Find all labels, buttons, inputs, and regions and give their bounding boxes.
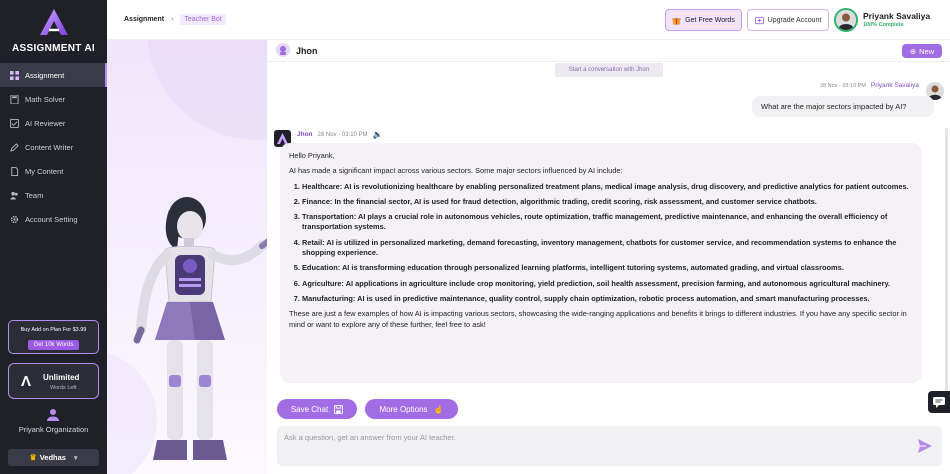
sidebar-item-ai-reviewer[interactable]: AI Reviewer (0, 111, 107, 135)
list-item: Transportation: AI plays a crucial role … (302, 212, 913, 233)
logo-icon (39, 9, 68, 35)
more-options-label: More Options (379, 404, 428, 414)
sector-list: Healthcare: AI is revolutionizing health… (289, 182, 913, 305)
sidebar-item-label: AI Reviewer (25, 118, 66, 128)
plan-title: Unlimited (43, 373, 80, 382)
upgrade-account-button[interactable]: Upgrade Account (747, 9, 829, 31)
sidebar-item-assignment[interactable]: Assignment (0, 63, 107, 87)
bot-intro: AI has made a significant impact across … (289, 166, 623, 176)
new-chat-label: New (919, 46, 935, 56)
bot-message-name: Jhon (297, 131, 313, 138)
sidebar-item-account-setting[interactable]: Account Setting (0, 207, 107, 231)
chat-header: Jhon ⊕ New (267, 40, 950, 62)
chevron-right-icon: › (171, 16, 174, 23)
bot-message-time: 28 Nov - 03:10 PM (317, 131, 368, 138)
gear-icon (10, 215, 19, 223)
user-message-meta: 28 Nov - 03:10 PM Priyank Savaliya (820, 82, 919, 89)
document-icon (11, 166, 19, 176)
chat-bot-name: Jhon (296, 46, 318, 56)
sidebar: ASSIGNMENT AI Assignment Math Solver AI … (0, 0, 107, 474)
profile-completion: 100% Complete (863, 22, 904, 28)
get-words-button[interactable]: Get 10k Words (27, 340, 80, 350)
grid-icon (10, 70, 19, 80)
bot-greeting: Hello Priyank, (289, 151, 335, 160)
user-message-time: 28 Nov - 03:10 PM (820, 82, 866, 89)
save-chat-button[interactable]: Save Chat (277, 399, 357, 419)
sidebar-item-label: Team (25, 190, 44, 200)
sidebar-nav: Assignment Math Solver AI Reviewer Conte… (0, 63, 107, 231)
list-item: Manufacturing: AI is used in predictive … (302, 294, 913, 304)
speaker-icon[interactable]: 🔈 (373, 130, 383, 139)
brand-logo[interactable]: ASSIGNMENT AI (0, 8, 107, 54)
writer-icon (10, 142, 19, 152)
robot-teacher-illustration (107, 40, 267, 474)
breadcrumb-assignment[interactable]: Assignment (124, 16, 164, 23)
sidebar-item-label: Assignment (25, 70, 65, 80)
bot-outro: These are just a few examples of how AI … (289, 309, 907, 329)
promo-title: Buy Add on Plan For $3.99 (20, 327, 87, 333)
sidebar-item-team[interactable]: Team (0, 183, 107, 207)
workspace-selector[interactable]: ♛ Vedhas ▾ (8, 449, 99, 466)
list-item: Finance: In the financial sector, AI is … (302, 197, 913, 207)
free-words-label: Get Free Words (685, 16, 735, 24)
top-bar: Assignment › Teacher Bot Get Free Words … (107, 0, 950, 40)
conversation-start-note: Start a conversation with Jhon (555, 63, 663, 77)
upgrade-label: Upgrade Account (767, 16, 822, 24)
user-name: Priyank Savaliya (863, 11, 931, 21)
send-icon[interactable] (916, 437, 934, 455)
workspace-name: Vedhas (39, 453, 66, 462)
organization-name: Priyank Organization (18, 425, 89, 434)
addon-promo: Buy Add on Plan For $3.99 Get 10k Words (8, 320, 99, 354)
plan-subtitle: Words Left (50, 385, 77, 391)
sidebar-item-label: Math Solver (25, 94, 66, 104)
gift-icon (672, 17, 681, 25)
user-message-name: Priyank Savaliya (870, 82, 919, 89)
chat-scrollbar[interactable] (945, 128, 948, 408)
illustration-panel (107, 40, 267, 474)
calculator-icon (10, 94, 19, 104)
list-item: Education: AI is transforming education … (302, 263, 913, 273)
plan-card: Λ Unlimited Words Left (8, 363, 99, 399)
get-free-words-button[interactable]: Get Free Words (665, 9, 742, 31)
crown-icon: ♛ (29, 453, 37, 462)
breadcrumb-teacher-bot[interactable]: Teacher Bot (180, 14, 226, 25)
brand-name: ASSIGNMENT AI (12, 43, 95, 54)
save-icon (334, 404, 344, 414)
sidebar-item-my-content[interactable]: My Content (0, 159, 107, 183)
sidebar-item-label: Content Writer (25, 142, 74, 152)
message-input-box (277, 426, 942, 466)
user-message-bubble: What are the major sectors impacted by A… (752, 96, 934, 117)
sidebar-item-math-solver[interactable]: Math Solver (0, 87, 107, 111)
user-avatar[interactable] (834, 8, 858, 32)
organization-icon (47, 409, 59, 421)
sidebar-item-label: Account Setting (25, 214, 78, 224)
plus-icon: ⊕ (909, 46, 917, 56)
chevron-down-icon: ▾ (73, 454, 78, 462)
review-icon (10, 118, 19, 128)
message-icon (933, 397, 945, 408)
list-item: Retail: AI is utilized in personalized m… (302, 238, 913, 259)
chat-support-button[interactable] (928, 391, 950, 413)
sidebar-item-label: My Content (25, 166, 64, 176)
bot-message-meta: Jhon 28 Nov - 03:10 PM 🔈 (297, 130, 383, 139)
upgrade-icon (754, 16, 764, 24)
save-chat-label: Save Chat (290, 404, 329, 414)
bot-message-bubble: Hello Priyank, AI has made a significant… (280, 143, 922, 383)
list-item: Healthcare: AI is revolutionizing health… (302, 182, 913, 192)
hand-pointer-icon: ☝ (433, 404, 444, 414)
bot-avatar-icon (276, 43, 290, 57)
breadcrumb: Assignment › Teacher Bot (124, 14, 226, 25)
new-chat-button[interactable]: ⊕ New (902, 44, 942, 58)
team-icon (10, 191, 18, 200)
message-input[interactable] (277, 426, 897, 462)
user-photo-icon (836, 10, 856, 30)
sidebar-item-content-writer[interactable]: Content Writer (0, 135, 107, 159)
plan-logo-icon: Λ (21, 373, 32, 390)
list-item: Agriculture: AI applications in agricult… (302, 279, 913, 289)
more-options-button[interactable]: More Options ☝ (365, 399, 458, 419)
